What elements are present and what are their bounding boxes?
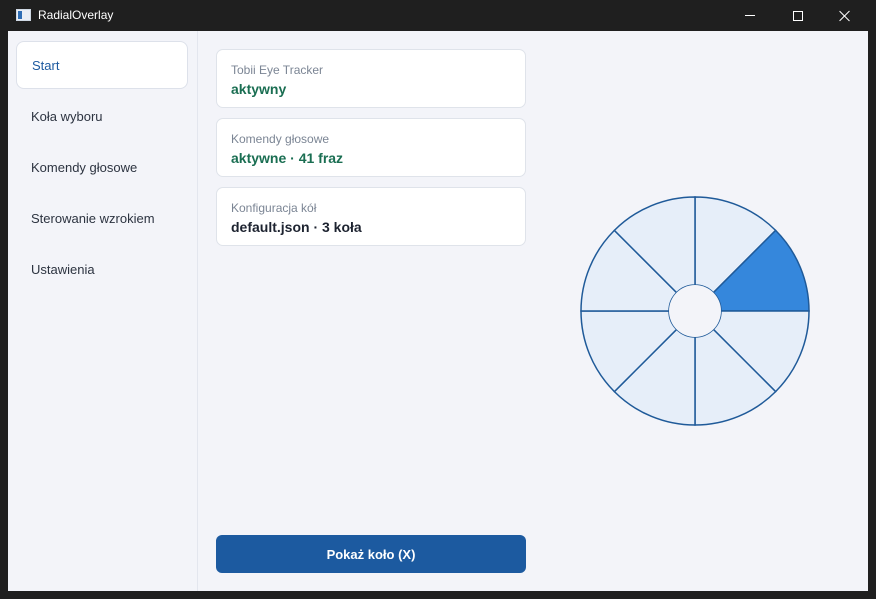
status-card-wheel-config: Konfiguracja kół default.json · 3 koła	[216, 187, 526, 246]
sidebar-item-start[interactable]: Start	[16, 41, 188, 89]
sidebar-item-label: Komendy głosowe	[31, 159, 138, 175]
sidebar-item-komendy-glosowe[interactable]: Komendy głosowe	[16, 143, 188, 191]
sidebar-item-sterowanie-wzrokiem[interactable]: Sterowanie wzrokiem	[16, 194, 188, 242]
sidebar-item-kola-wyboru[interactable]: Koła wyboru	[16, 92, 188, 140]
maximize-icon	[793, 10, 803, 21]
status-card-voice-commands: Komendy głosowe aktywne · 41 fraz	[216, 118, 526, 177]
card-value: default.json · 3 koła	[231, 219, 362, 235]
radial-wheel-preview	[580, 196, 810, 426]
app-window-icon	[16, 9, 31, 21]
sidebar: Start Koła wyboru Komendy głosowe Sterow…	[8, 31, 198, 591]
app-client-area: Start Koła wyboru Komendy głosowe Sterow…	[8, 31, 868, 591]
card-label: Komendy głosowe	[231, 132, 330, 146]
window-title: RadialOverlay	[38, 8, 114, 22]
sidebar-item-label: Start	[32, 57, 60, 73]
show-wheel-button-label: Pokaż koło (X)	[326, 546, 416, 562]
show-wheel-button[interactable]: Pokaż koło (X)	[216, 535, 526, 573]
sidebar-item-label: Ustawienia	[31, 261, 95, 277]
card-value: aktywne · 41 fraz	[231, 150, 344, 166]
wheel-center	[669, 285, 721, 337]
minimize-icon	[745, 15, 755, 16]
sidebar-item-label: Sterowanie wzrokiem	[31, 210, 155, 226]
sidebar-item-label: Koła wyboru	[31, 108, 103, 124]
title-bar: RadialOverlay	[0, 0, 876, 31]
card-label: Tobii Eye Tracker	[231, 63, 324, 77]
close-icon	[839, 10, 851, 22]
card-value: aktywny	[231, 81, 287, 97]
sidebar-item-ustawienia[interactable]: Ustawienia	[16, 245, 188, 293]
maximize-button[interactable]	[775, 0, 821, 31]
card-label: Konfiguracja kół	[231, 201, 317, 215]
minimize-button[interactable]	[727, 0, 773, 31]
status-card-eye-tracker: Tobii Eye Tracker aktywny	[216, 49, 526, 108]
close-button[interactable]	[822, 0, 868, 31]
